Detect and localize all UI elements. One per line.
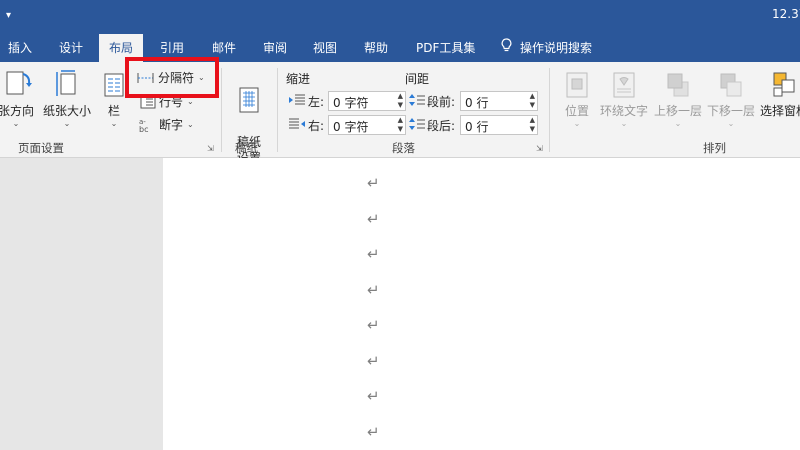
- breaks-highlight-box: [125, 57, 219, 98]
- selection-pane-button[interactable]: 选择窗格: [758, 70, 800, 119]
- bring-forward-label: 上移一层: [653, 104, 702, 118]
- position-icon: [566, 72, 588, 98]
- chevron-down-icon: ⌄: [727, 119, 735, 128]
- send-backward-button[interactable]: 下移一层 ⌄: [706, 70, 756, 128]
- paper-size-icon: [56, 70, 76, 96]
- bring-forward-button[interactable]: 上移一层 ⌄: [653, 70, 703, 128]
- manuscript-group-label: 稿纸: [235, 141, 258, 155]
- chevron-down-icon: ⌄: [187, 97, 194, 106]
- hyphenation-button[interactable]: a- bc 断字 ⌄: [138, 116, 194, 133]
- paragraph-mark: ↵: [367, 280, 380, 299]
- ribbon: 张方向 ⌄ 纸张大小 ⌄ 栏 ⌄ 分隔符 ⌄ 行号 ⌄ a- bc 断字 ⌄ 页…: [0, 62, 800, 165]
- tab-view[interactable]: 视图: [313, 34, 337, 62]
- page-setup-dialog-launcher-icon[interactable]: ⇲: [207, 144, 214, 153]
- position-button[interactable]: 位置 ⌄: [562, 70, 592, 128]
- paragraph-mark: ↵: [367, 245, 380, 263]
- ribbon-tab-bar: 插入 设计 布局 引用 邮件 审阅 视图 帮助 PDF工具集 操作说明搜索: [0, 34, 800, 63]
- spin-arrows-icon[interactable]: ▲ ▼: [398, 116, 403, 134]
- spacing-after-icon: [409, 118, 425, 130]
- paragraph-dialog-launcher-icon[interactable]: ⇲: [536, 144, 543, 153]
- chevron-down-icon: ⌄: [674, 119, 682, 128]
- indent-left-spinner[interactable]: 0 字符 ▲ ▼: [328, 91, 406, 111]
- indent-title: 缩进: [286, 72, 311, 86]
- columns-button[interactable]: 栏 ⌄: [100, 68, 128, 128]
- orientation-icon: [6, 71, 32, 95]
- page-setup-group-label: 页面设置: [18, 141, 64, 155]
- selection-pane-label: 选择窗格: [759, 104, 800, 118]
- chevron-down-icon: ⌄: [110, 119, 118, 128]
- tab-review[interactable]: 审阅: [263, 34, 287, 62]
- wrap-text-button[interactable]: 环绕文字 ⌄: [599, 70, 649, 128]
- spacing-before-spinner[interactable]: 0 行 ▲ ▼: [460, 91, 538, 111]
- indent-left-label: 左:: [308, 95, 325, 109]
- chevron-down-icon: ⌄: [187, 120, 194, 129]
- paragraph-mark: ↵: [367, 422, 380, 441]
- paragraph-mark: ↵: [367, 351, 380, 370]
- position-label: 位置: [564, 104, 589, 118]
- spacing-after-label: 段后:: [427, 119, 456, 133]
- selection-pane-icon: [773, 72, 795, 97]
- send-backward-icon: [720, 73, 742, 97]
- spacing-title: 间距: [405, 72, 430, 86]
- hyphenation-icon: a- bc: [139, 118, 148, 133]
- chevron-down-icon: ⌄: [12, 119, 20, 128]
- clock: 12.37: [772, 7, 800, 21]
- tab-pdf-tools[interactable]: PDF工具集: [416, 34, 475, 62]
- spin-arrows-icon[interactable]: ▲ ▼: [398, 92, 403, 110]
- orientation-label: 张方向: [0, 104, 34, 118]
- chevron-down-icon: ⌄: [620, 119, 628, 128]
- lightbulb-icon: [501, 35, 512, 63]
- indent-right-spinner[interactable]: 0 字符 ▲ ▼: [328, 115, 406, 135]
- paragraph-mark: ↵: [367, 387, 380, 405]
- tab-help[interactable]: 帮助: [364, 34, 388, 62]
- send-backward-label: 下移一层: [706, 104, 755, 118]
- columns-icon: [104, 73, 124, 97]
- chevron-down-icon: ⌄: [573, 119, 581, 128]
- wrap-text-icon: [613, 72, 635, 98]
- tell-me-search[interactable]: 操作说明搜索: [501, 34, 592, 62]
- spin-arrows-icon[interactable]: ▲ ▼: [530, 116, 535, 134]
- chevron-down-icon: ⌄: [63, 119, 71, 128]
- spin-arrows-icon[interactable]: ▲ ▼: [530, 92, 535, 110]
- size-label: 纸张大小: [42, 104, 91, 118]
- title-bar: ▾ 12.37: [0, 0, 800, 34]
- indent-left-icon: [289, 94, 305, 105]
- paragraph-mark: ↵: [367, 209, 380, 228]
- columns-label: 栏: [107, 104, 120, 118]
- spacing-before-label: 段前:: [427, 95, 456, 109]
- svg-text:bc: bc: [139, 125, 148, 133]
- spacing-before-icon: [409, 94, 425, 106]
- spacing-after-spinner[interactable]: 0 行 ▲ ▼: [460, 115, 538, 135]
- manuscript-icon: [239, 87, 259, 113]
- tell-me-label: 操作说明搜索: [520, 41, 593, 55]
- spacing-before-value: 0 行: [465, 96, 489, 110]
- bring-forward-icon: [667, 73, 689, 97]
- document-page[interactable]: ↵ ↵ ↵ ↵ ↵ ↵ ↵ ↵: [163, 158, 800, 450]
- group-divider: [221, 68, 222, 152]
- orientation-button[interactable]: 张方向 ⌄: [0, 68, 38, 128]
- group-divider: [277, 68, 278, 152]
- hyphenation-label: 断字: [159, 118, 184, 132]
- customize-quick-access-icon[interactable]: ▾: [6, 10, 11, 21]
- wrap-text-label: 环绕文字: [599, 104, 648, 118]
- indent-left-value: 0 字符: [333, 96, 369, 110]
- spacing-after-value: 0 行: [465, 120, 489, 134]
- indent-right-label: 右:: [308, 119, 325, 133]
- indent-right-icon: [289, 118, 305, 129]
- paragraph-mark: ↵: [367, 316, 380, 334]
- paragraph-mark: ↵: [367, 174, 380, 192]
- group-divider: [549, 68, 550, 152]
- size-button[interactable]: 纸张大小 ⌄: [42, 68, 92, 128]
- indent-right-value: 0 字符: [333, 120, 369, 134]
- arrange-group-label: 排列: [703, 141, 726, 155]
- tab-design[interactable]: 设计: [59, 34, 83, 62]
- paragraph-group-label: 段落: [392, 141, 415, 155]
- tab-insert[interactable]: 插入: [8, 34, 32, 62]
